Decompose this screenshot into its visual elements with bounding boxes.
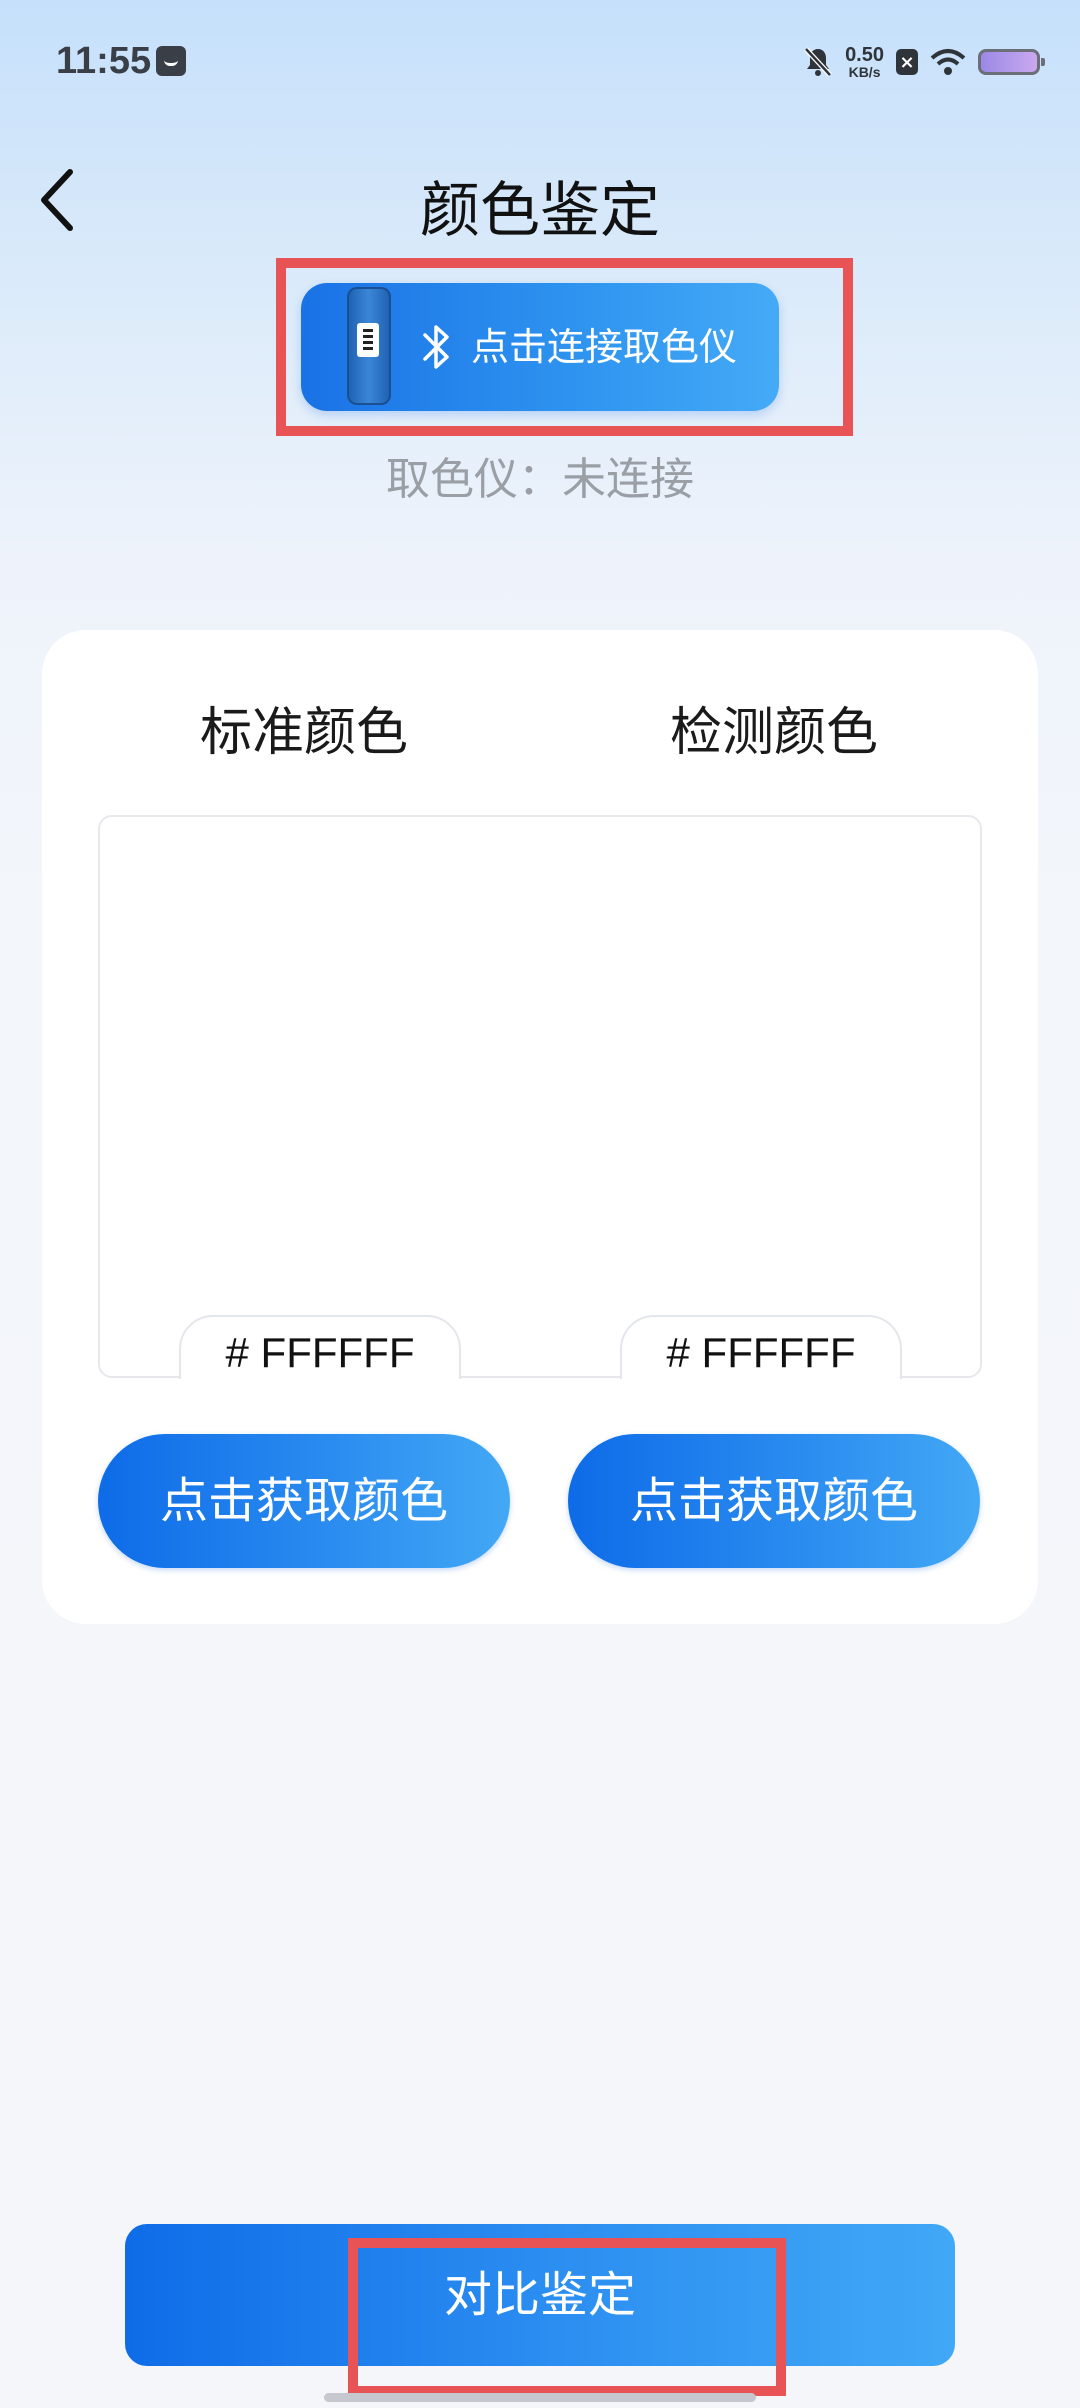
status-icons: 0.50 KB/s × [803,40,1045,84]
compare-button[interactable]: 对比鉴定 [125,2224,955,2366]
color-swatch-area [98,815,982,1378]
bluetooth-icon [423,325,449,369]
connect-device-button[interactable]: 点击连接取色仪 [301,283,779,411]
net-speed: 0.50 KB/s [845,45,884,79]
battery-icon [978,49,1045,75]
standard-color-title: 标准颜色 [199,703,408,763]
sim-off-icon: × [896,49,918,75]
wifi-icon [930,49,966,75]
device-status-text: 取色仪：未连接 [386,454,694,505]
pick-detected-color-button[interactable]: 点击获取颜色 [568,1434,980,1568]
home-indicator[interactable] [324,2393,756,2402]
net-speed-value: 0.50 [845,44,884,66]
mute-bell-icon [804,47,832,77]
page-title: 颜色鉴定 [420,176,660,246]
status-time: 11:55 [56,40,152,82]
standard-hex-label: # FFFFFF [179,1315,461,1379]
notification-icon [156,46,186,76]
color-meter-device-icon [347,287,391,405]
detected-hex-label: # FFFFFF [620,1315,902,1379]
detected-color-title: 检测颜色 [669,703,878,763]
detected-color-swatch [540,817,980,1376]
pick-standard-color-button[interactable]: 点击获取颜色 [98,1434,510,1568]
standard-color-swatch [100,817,540,1376]
net-speed-unit: KB/s [848,64,881,80]
connect-button-label: 点击连接取色仪 [471,325,738,369]
